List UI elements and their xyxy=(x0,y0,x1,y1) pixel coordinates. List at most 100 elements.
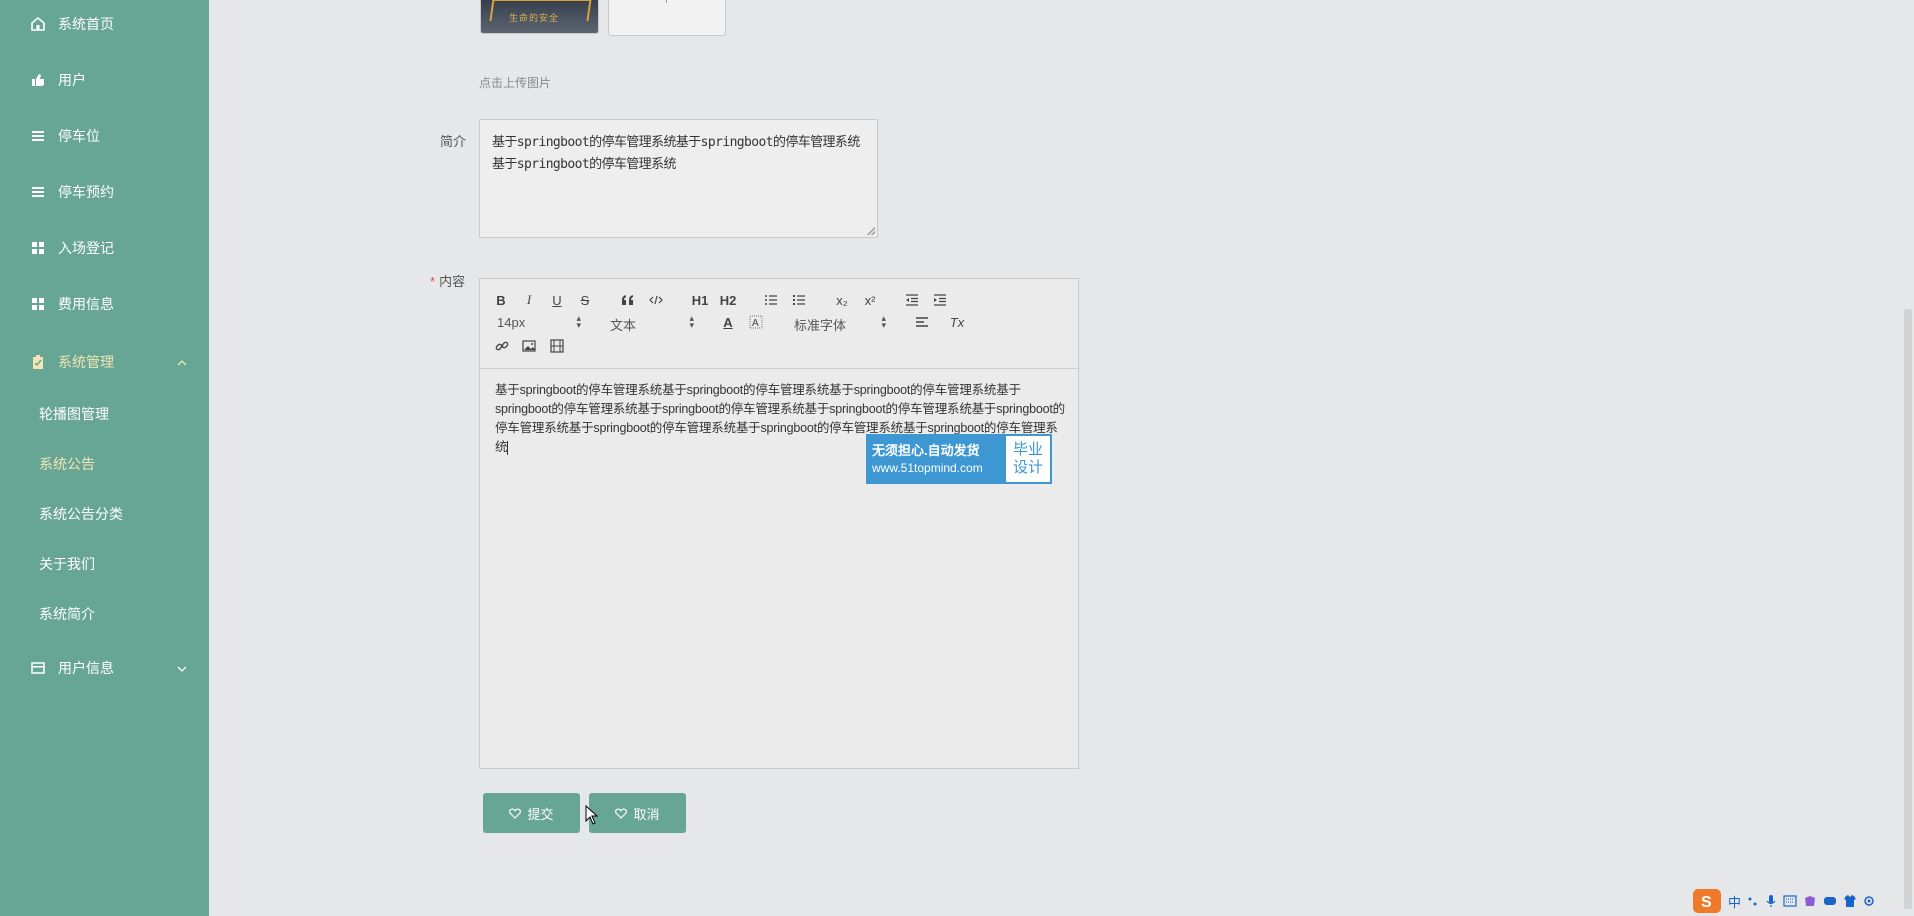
strike-button[interactable]: S xyxy=(578,291,592,309)
clipboard-icon xyxy=(30,354,46,370)
upload-button[interactable] xyxy=(608,0,726,36)
watermark-badge: 无须担心.自动发货 www.51topmind.com 毕业 设计 xyxy=(866,434,1052,484)
sidebar-subitem-notice-category[interactable]: 系统公告分类 xyxy=(0,496,209,532)
sidebar-subitem-label: 轮播图管理 xyxy=(39,406,109,422)
text-caret xyxy=(507,440,509,455)
heart-icon xyxy=(509,807,522,819)
rich-text-editor: B I U S H1 H2 x₂ x² 14px ▴ ▾ 文本 ▴ ▾ A A … xyxy=(479,278,1079,769)
submit-label: 提交 xyxy=(527,806,554,822)
mouse-cursor-icon xyxy=(585,804,599,830)
svg-text:A: A xyxy=(752,318,759,329)
h1-button[interactable]: H1 xyxy=(690,291,710,309)
ime-mode-label[interactable]: 中 xyxy=(1728,892,1741,911)
sidebar-item-reservation[interactable]: 停车预约 xyxy=(0,172,209,212)
sidebar: 系统首页 用户 停车位 停车预约 入场登记 费用信息 系统管理 轮播图管理 系统… xyxy=(0,0,209,916)
font-family-select[interactable]: 标准字体 ▴ ▾ xyxy=(794,313,886,334)
uploaded-image[interactable]: 生命的安全 xyxy=(480,0,599,34)
intro-text: 基于springboot的停车管理系统基于springboot的停车管理系统基于… xyxy=(492,135,860,172)
sidebar-item-label: 系统首页 xyxy=(58,16,114,32)
sidebar-subitem-carousel[interactable]: 轮播图管理 xyxy=(0,396,209,432)
sidebar-item-entry[interactable]: 入场登记 xyxy=(0,228,209,268)
sidebar-item-fees[interactable]: 费用信息 xyxy=(0,284,209,324)
select-arrow-icon: ▴ ▾ xyxy=(689,313,694,330)
sidebar-subitem-intro[interactable]: 系统简介 xyxy=(0,596,209,632)
plus-icon xyxy=(666,0,667,3)
watermark-line1: 无须担心.自动发货 xyxy=(872,443,980,458)
sidebar-subitem-label: 系统公告分类 xyxy=(39,506,123,522)
sidebar-item-label: 停车位 xyxy=(58,128,100,144)
sidebar-item-label: 系统管理 xyxy=(58,354,114,370)
cancel-label: 取消 xyxy=(633,806,660,822)
intro-textarea[interactable]: 基于springboot的停车管理系统基于springboot的停车管理系统基于… xyxy=(479,119,878,238)
cancel-button[interactable]: 取消 xyxy=(589,793,686,833)
ime-tray: S 中 xyxy=(1692,886,1914,916)
resize-handle[interactable] xyxy=(867,227,875,235)
select-arrow-icon: ▴ ▾ xyxy=(881,313,886,330)
sogou-logo-icon[interactable]: S xyxy=(1692,888,1722,914)
watermark-line2: www.51topmind.com xyxy=(872,461,983,475)
settings-icon[interactable] xyxy=(1863,895,1875,907)
punctuation-icon[interactable] xyxy=(1747,895,1759,907)
sidebar-item-label: 用户信息 xyxy=(58,660,114,676)
page-scrollbar[interactable] xyxy=(1904,309,1912,909)
home-icon xyxy=(30,16,46,32)
font-size-select[interactable]: 14px ▴ ▾ xyxy=(497,313,581,331)
list-icon xyxy=(30,184,46,200)
video-icon[interactable] xyxy=(549,337,565,355)
sidebar-subitem-label: 系统公告 xyxy=(39,456,95,472)
chevron-up-icon xyxy=(176,356,188,368)
sidebar-item-parking-space[interactable]: 停车位 xyxy=(0,116,209,156)
image-text: 生命的安全 xyxy=(509,13,560,23)
heart-icon xyxy=(615,807,628,819)
header-select[interactable]: 文本 ▴ ▾ xyxy=(610,313,694,334)
superscript-button[interactable]: x² xyxy=(860,291,880,309)
subscript-button[interactable]: x₂ xyxy=(832,291,852,309)
clean-format-button[interactable]: Tx xyxy=(948,313,966,331)
header-select-value: 文本 xyxy=(610,318,637,333)
h2-button[interactable]: H2 xyxy=(718,291,738,309)
sidebar-item-user-info[interactable]: 用户信息 xyxy=(0,648,209,688)
watermark-right2: 设计 xyxy=(1012,459,1043,476)
sidebar-item-label: 入场登记 xyxy=(58,240,114,256)
quote-icon[interactable] xyxy=(620,291,636,309)
editor-toolbar: B I U S H1 H2 x₂ x² 14px ▴ ▾ 文本 ▴ ▾ A A … xyxy=(480,279,1078,369)
outdent-icon[interactable] xyxy=(904,291,920,309)
link-icon[interactable] xyxy=(494,337,510,355)
bold-button[interactable]: B xyxy=(494,291,508,309)
sidebar-item-system[interactable]: 系统管理 xyxy=(0,342,209,382)
background-color-icon[interactable]: A xyxy=(748,313,764,331)
code-icon[interactable] xyxy=(648,291,664,309)
grid-icon xyxy=(30,240,46,256)
sidebar-item-label: 用户 xyxy=(58,72,86,88)
sidebar-item-user[interactable]: 用户 xyxy=(0,60,209,100)
image-icon[interactable] xyxy=(521,337,537,355)
font-size-value: 14px xyxy=(497,315,526,330)
indent-icon[interactable] xyxy=(932,291,948,309)
shirt-icon[interactable] xyxy=(1843,894,1857,908)
sidebar-item-label: 费用信息 xyxy=(58,296,114,312)
card-icon xyxy=(30,660,46,676)
sidebar-item-home[interactable]: 系统首页 xyxy=(0,4,209,44)
font-color-button[interactable]: A xyxy=(720,313,736,331)
sidebar-subitem-label: 关于我们 xyxy=(39,556,95,572)
submit-button[interactable]: 提交 xyxy=(483,793,580,833)
sidebar-subitem-label: 系统简介 xyxy=(39,606,95,622)
ordered-list-icon[interactable] xyxy=(763,291,779,309)
align-icon[interactable] xyxy=(914,313,930,331)
svg-text:S: S xyxy=(1701,894,1712,911)
bullet-list-icon[interactable] xyxy=(791,291,807,309)
chevron-down-icon xyxy=(176,662,188,674)
underline-button[interactable]: U xyxy=(550,291,564,309)
keyboard-icon[interactable] xyxy=(1783,895,1797,907)
font-family-value: 标准字体 xyxy=(794,318,847,333)
watermark-right: 毕业 设计 xyxy=(1006,436,1050,482)
grid-icon xyxy=(30,296,46,312)
gamepad-icon[interactable] xyxy=(1823,895,1837,907)
italic-button[interactable]: I xyxy=(522,291,536,309)
sidebar-subitem-about[interactable]: 关于我们 xyxy=(0,546,209,582)
sidebar-subitem-notice[interactable]: 系统公告 xyxy=(0,446,209,482)
microphone-icon[interactable] xyxy=(1765,894,1777,908)
skin-icon[interactable] xyxy=(1803,894,1817,908)
select-arrow-icon: ▴ ▾ xyxy=(576,313,581,330)
user-icon xyxy=(30,72,46,88)
